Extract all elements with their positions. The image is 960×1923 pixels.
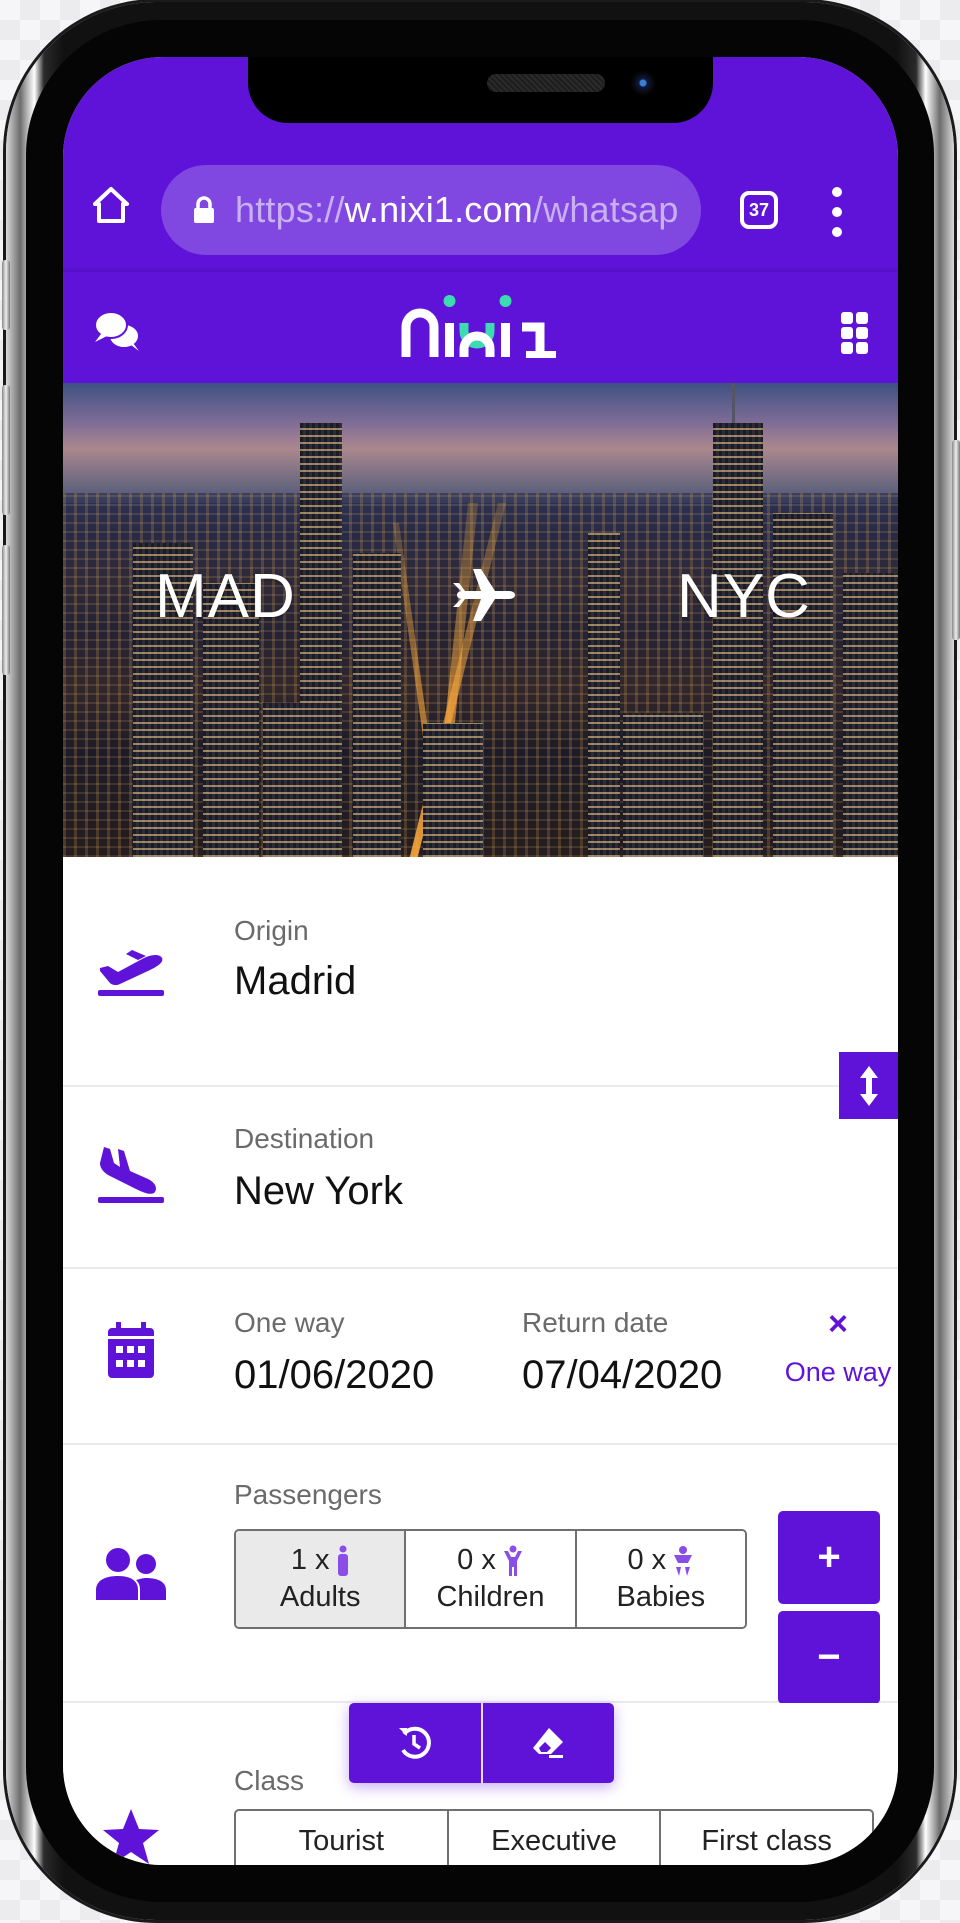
more-vert-icon	[832, 187, 842, 197]
passengers-row: Passengers 1 x Adults 0 x Children 0 x B…	[63, 1445, 898, 1704]
lock-icon	[193, 196, 215, 224]
home-icon	[93, 187, 129, 223]
calendar-icon	[95, 1314, 167, 1386]
adults-label: Adults	[279, 1581, 361, 1613]
passengers-label: Passengers	[234, 1479, 382, 1510]
recent-searches-button[interactable]	[349, 1703, 483, 1783]
url-host: w.nixi1.com	[344, 189, 533, 230]
hero-tower	[713, 423, 763, 857]
phone-volume-up	[2, 385, 10, 515]
class-label: Class	[234, 1765, 305, 1796]
apps-grid-button[interactable]	[841, 312, 871, 354]
clear-form-button[interactable]	[483, 1703, 615, 1783]
browser-home-button[interactable]	[89, 183, 133, 227]
chat-button[interactable]	[93, 309, 143, 353]
close-icon: ×	[828, 1305, 848, 1343]
return-value: 07/04/2020	[522, 1353, 723, 1397]
url-text: https://w.nixi1.com/whatsap	[235, 189, 679, 231]
children-count: 0 x	[457, 1544, 496, 1576]
origin-label: Origin	[234, 915, 309, 946]
app-header	[63, 272, 898, 383]
speaker-grille	[487, 74, 605, 92]
one-way-button-label: One way	[784, 1357, 892, 1387]
hero-sky	[63, 383, 898, 503]
adult-icon	[337, 1545, 348, 1576]
url-path: /whatsap	[532, 189, 679, 230]
phone-power-button	[952, 440, 960, 640]
dates-row: One way 01/06/2020 Return date 07/04/202…	[63, 1269, 898, 1445]
notch	[248, 57, 713, 123]
browser-menu-button[interactable]	[825, 187, 849, 237]
destination-value: New York	[234, 1169, 403, 1213]
origin-code: MAD	[155, 562, 296, 631]
swap-origin-destination-button[interactable]	[839, 1052, 898, 1119]
tab-switcher-button[interactable]: 37	[740, 191, 778, 229]
passenger-babies[interactable]: 0 x Babies	[576, 1531, 745, 1627]
airplane-icon	[453, 569, 515, 621]
nixi1-logo	[401, 295, 556, 358]
front-camera	[630, 69, 656, 97]
star-icon	[95, 1801, 167, 1865]
class-option-first-class[interactable]: First class	[661, 1811, 872, 1865]
class-option-tourist[interactable]: Tourist	[236, 1811, 449, 1865]
destination-label: Destination	[234, 1123, 375, 1154]
url-scheme: https://	[235, 189, 345, 230]
departure-value: 01/06/2020	[234, 1353, 435, 1397]
history-icon	[398, 1726, 431, 1759]
grid-icon	[841, 312, 853, 324]
destination-code: NYC	[677, 562, 811, 631]
passenger-adults[interactable]: 1 x Adults	[236, 1531, 407, 1627]
one-way-toggle-button[interactable]: × One way	[783, 1307, 893, 1388]
passenger-type-selector: 1 x Adults 0 x Children 0 x Babies	[234, 1529, 747, 1629]
flight-landing-icon	[95, 1137, 167, 1209]
adults-count: 1 x	[290, 1544, 330, 1576]
origin-field[interactable]: Origin Madrid	[63, 857, 898, 1087]
flight-takeoff-icon	[95, 932, 167, 1004]
babies-count: 0 x	[627, 1544, 667, 1576]
phone-screen: https://w.nixi1.com/whatsap 37 MAD NYC O…	[63, 57, 898, 1865]
eraser-icon	[533, 1728, 564, 1758]
return-label: Return date	[522, 1307, 669, 1338]
child-icon	[503, 1545, 522, 1576]
hero-banner: MAD NYC	[63, 383, 898, 857]
destination-field[interactable]: Destination New York	[63, 1087, 898, 1269]
group-icon	[95, 1538, 167, 1610]
departure-label: One way	[234, 1307, 345, 1338]
class-selector: Tourist Executive First class	[234, 1809, 874, 1865]
phone-volume-down	[2, 545, 10, 675]
form-actions	[349, 1703, 614, 1783]
tab-count: 37	[748, 199, 770, 220]
address-bar[interactable]: https://w.nixi1.com/whatsap	[161, 165, 701, 255]
increment-passengers-button[interactable]: +	[778, 1511, 880, 1604]
babies-label: Babies	[616, 1581, 706, 1613]
baby-icon	[674, 1545, 693, 1576]
origin-value: Madrid	[234, 959, 357, 1003]
phone-silent-switch	[2, 260, 10, 330]
class-option-executive[interactable]: Executive	[449, 1811, 662, 1865]
passenger-children[interactable]: 0 x Children	[406, 1531, 577, 1627]
children-label: Children	[436, 1581, 545, 1613]
decrement-passengers-button[interactable]: −	[778, 1611, 880, 1704]
chat-bubbles-icon	[94, 311, 140, 351]
swap-vertical-icon	[859, 1065, 878, 1106]
